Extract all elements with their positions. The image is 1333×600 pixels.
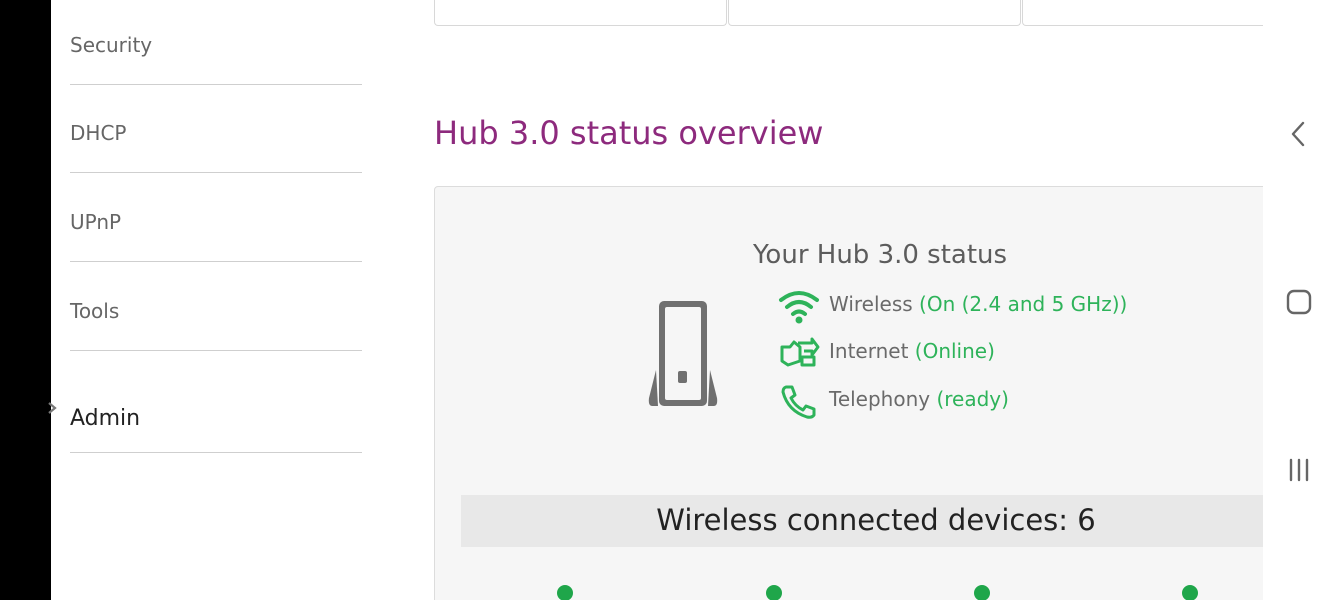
status-value: (On (2.4 and 5 GHz)) (919, 292, 1128, 316)
internet-icon (780, 337, 820, 367)
status-label: Internet (829, 339, 909, 363)
sidebar-item-label: Tools (70, 299, 120, 323)
top-tile[interactable] (1022, 0, 1282, 26)
device-dot[interactable] (557, 585, 573, 600)
status-heading: Your Hub 3.0 status (753, 240, 1008, 270)
sidebar-item-upnp[interactable]: UPnP (70, 173, 362, 262)
hub-device-icon (648, 301, 718, 406)
sidebar-item-label: DHCP (70, 121, 127, 145)
status-value: (Online) (914, 339, 995, 363)
wifi-icon (779, 291, 819, 324)
device-dot[interactable] (1182, 585, 1198, 600)
page-title: Hub 3.0 status overview (434, 114, 824, 152)
status-value: (ready) (936, 387, 1009, 411)
top-tile[interactable] (728, 0, 1021, 26)
sidebar-item-security[interactable]: Security (70, 0, 362, 85)
wireless-devices-count: Wireless connected devices: 6 (656, 503, 1096, 537)
device-dot[interactable] (766, 585, 782, 600)
back-chevron-icon[interactable] (1288, 120, 1308, 148)
sidebar-item-label: Admin (70, 406, 141, 431)
left-black-bar (0, 0, 51, 600)
sidebar-item-admin[interactable]: Admin (70, 351, 362, 453)
chevron-right-icon (48, 402, 57, 414)
recents-icon[interactable] (1287, 457, 1311, 483)
sidebar-item-label: Security (70, 33, 153, 57)
sidebar-item-tools[interactable]: Tools (70, 262, 362, 351)
sidebar-item-label: UPnP (70, 210, 122, 234)
sidebar-item-dhcp[interactable]: DHCP (70, 85, 362, 173)
device-dot[interactable] (974, 585, 990, 600)
home-square-icon[interactable] (1286, 289, 1312, 315)
phone-icon (781, 385, 816, 419)
status-label: Wireless (829, 292, 913, 316)
status-label: Telephony (829, 387, 931, 411)
wireless-devices-bar: Wireless connected devices: 6 (461, 495, 1273, 547)
top-tile[interactable] (434, 0, 727, 26)
